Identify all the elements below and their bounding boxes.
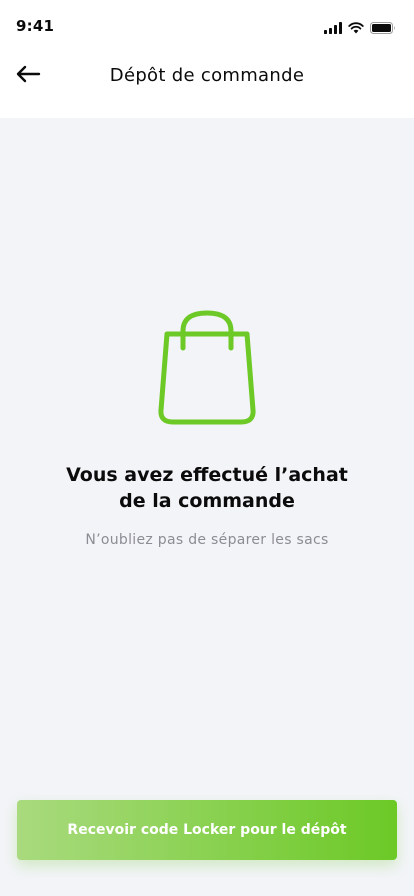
- battery-icon: [370, 19, 396, 38]
- cellular-signal-icon: [324, 19, 342, 38]
- wifi-icon: [348, 19, 364, 38]
- confirmation-panel: Vous avez effectué l’achat de la command…: [0, 310, 414, 548]
- shopping-bag-icon: [158, 310, 256, 425]
- top-header: 9:41 Dépôt de commande: [0, 0, 414, 118]
- confirmation-subtitle: N’oubliez pas de séparer les sacs: [85, 532, 329, 548]
- status-icons: [324, 19, 396, 38]
- receive-locker-code-button[interactable]: Recevoir code Locker pour le dépôt: [17, 800, 397, 860]
- confirmation-headline: Vous avez effectué l’achat de la command…: [47, 462, 367, 514]
- navigation-bar: Dépôt de commande: [0, 52, 414, 100]
- status-time: 9:41: [16, 17, 55, 35]
- headline-line-1: Vous avez effectué l’achat: [66, 464, 348, 486]
- page-title: Dépôt de commande: [109, 65, 305, 86]
- headline-line-2: de la commande: [119, 490, 295, 512]
- status-bar: 9:41: [0, 0, 414, 52]
